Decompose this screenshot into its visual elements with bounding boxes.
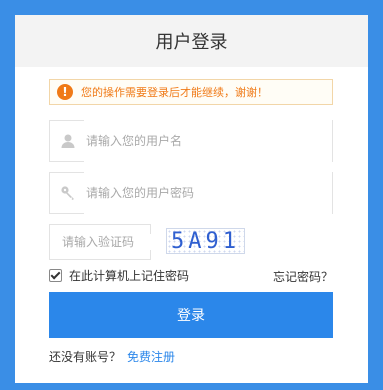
- captcha-code: 5A91: [171, 228, 240, 254]
- page-title: 用户登录: [155, 32, 228, 53]
- password-field[interactable]: [49, 172, 333, 214]
- captcha-image[interactable]: 5A91: [166, 228, 245, 254]
- remember-password[interactable]: 在此计算机上记住密码: [49, 267, 189, 284]
- signup-text: 还没有账号？: [49, 350, 122, 364]
- username-field[interactable]: [49, 120, 333, 162]
- remember-checkbox[interactable]: [49, 269, 62, 282]
- signup-prompt: 还没有账号？ 免费注册: [49, 348, 175, 365]
- password-input[interactable]: [84, 172, 332, 214]
- user-icon: [61, 134, 75, 148]
- captcha-field[interactable]: [49, 224, 152, 260]
- forgot-password-link[interactable]: 忘记密码？: [273, 268, 333, 285]
- login-card: 用户登录 ! 您的操作需要登录后才能继续，谢谢！ 5A91 在此计算机上记住密码…: [15, 15, 368, 383]
- login-header: 用户登录: [15, 15, 368, 67]
- captcha-input[interactable]: [60, 234, 152, 250]
- exclamation-icon: !: [57, 84, 73, 100]
- key-icon: [61, 186, 74, 200]
- notice-text: 您的操作需要登录后才能继续，谢谢！: [81, 86, 268, 99]
- register-link[interactable]: 免费注册: [127, 348, 175, 365]
- remember-label: 在此计算机上记住密码: [69, 269, 190, 283]
- login-button[interactable]: 登录: [49, 292, 333, 338]
- login-required-notice: ! 您的操作需要登录后才能继续，谢谢！: [49, 79, 333, 105]
- username-input[interactable]: [84, 120, 332, 162]
